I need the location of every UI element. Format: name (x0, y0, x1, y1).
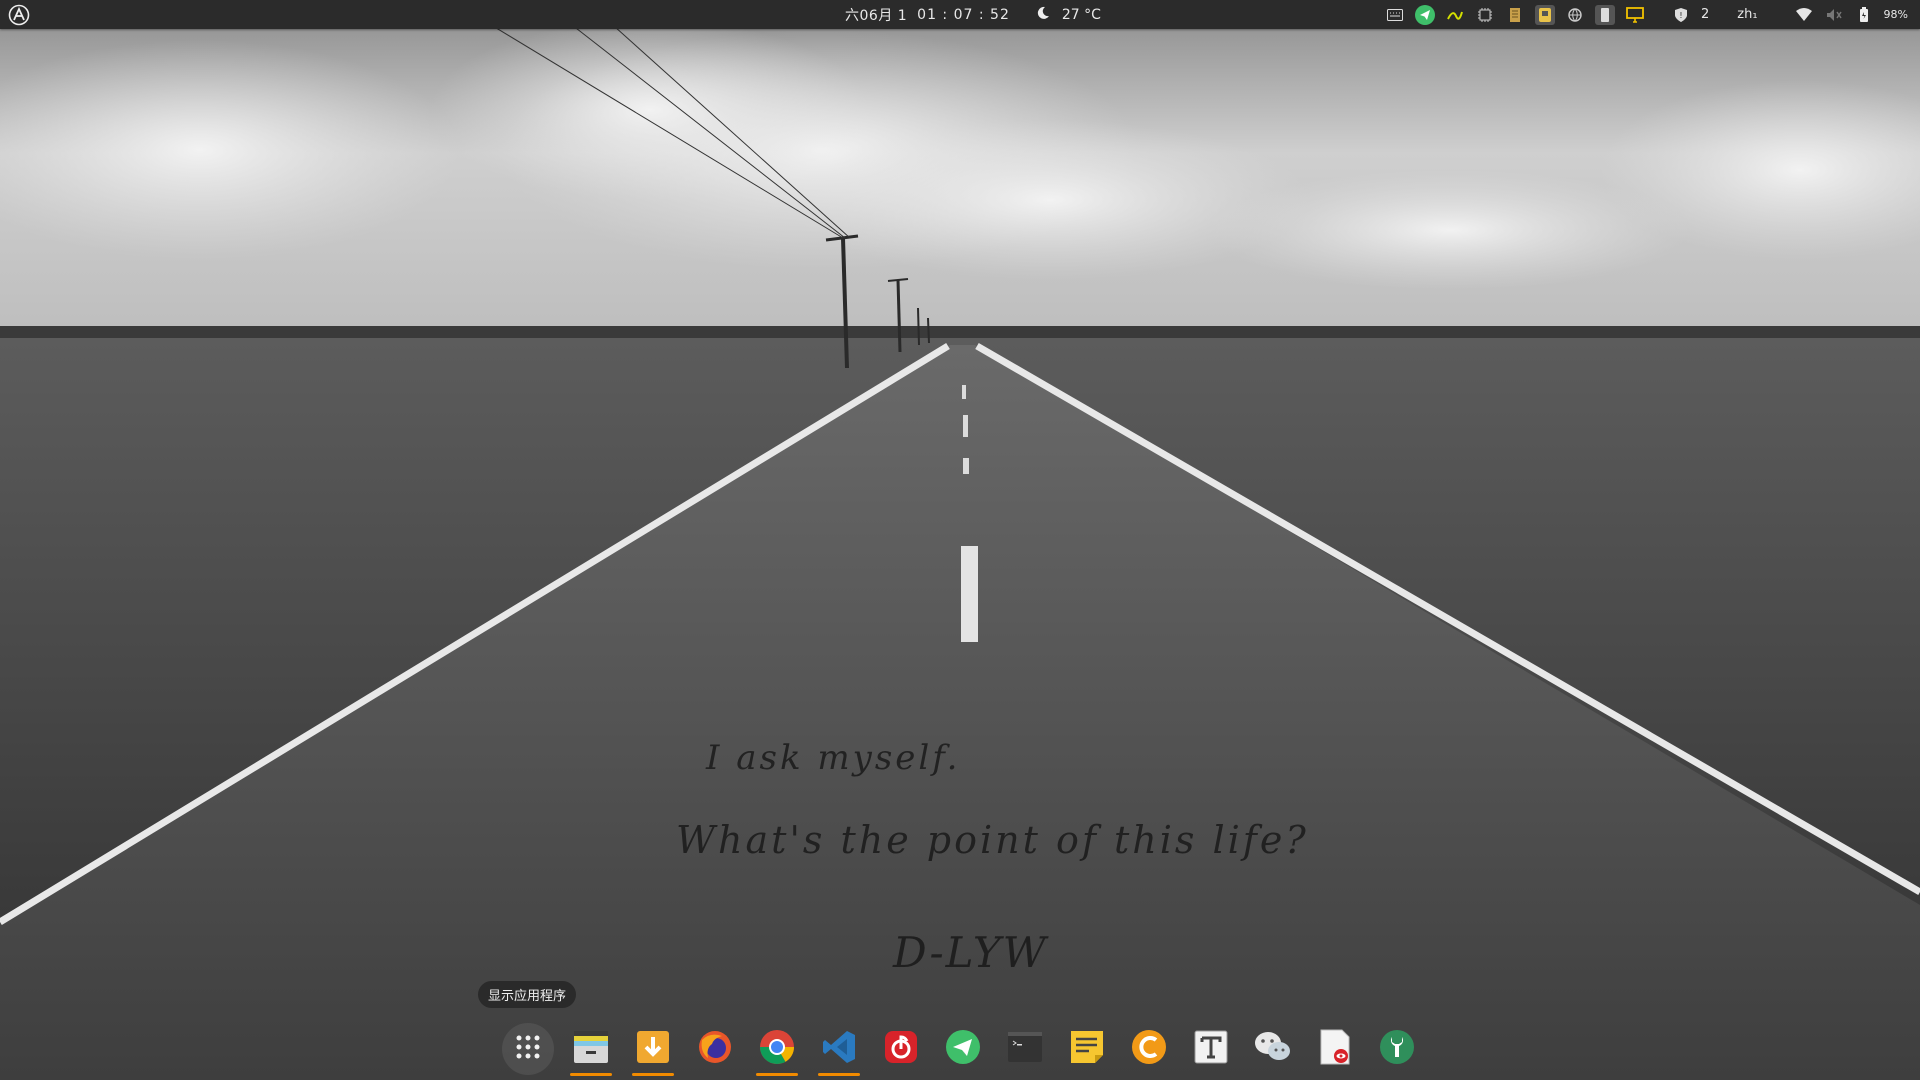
usb-device-icon[interactable] (1594, 4, 1615, 25)
vscode-app[interactable] (814, 1021, 864, 1077)
sticky-notes-icon (1069, 1029, 1105, 1069)
firefox-icon (696, 1028, 734, 1070)
desktop-wallpaper (0, 0, 1920, 1080)
show-applications-button[interactable] (502, 1023, 554, 1075)
settings-tweaks-app[interactable] (1372, 1021, 1422, 1077)
orange-app[interactable] (1124, 1021, 1174, 1077)
file-manager-icon (572, 1029, 610, 1069)
battery-percentage[interactable]: 98% (1884, 8, 1908, 21)
orange-c-icon (1131, 1029, 1167, 1069)
input-method-label[interactable]: zh₁ (1737, 7, 1757, 22)
vscode-icon (821, 1029, 857, 1069)
running-indicator (756, 1073, 798, 1076)
temperature-label: 27 °C (1061, 6, 1101, 23)
running-indicator (632, 1073, 674, 1076)
memory-icon[interactable] (1505, 5, 1525, 25)
network-speed-icon[interactable] (1445, 5, 1465, 25)
running-indicator (818, 1073, 860, 1076)
music-icon (883, 1029, 919, 1069)
firefox-app[interactable] (690, 1021, 740, 1077)
telegram-app[interactable] (938, 1021, 988, 1077)
disk-icon[interactable] (1534, 4, 1555, 25)
files-app[interactable] (566, 1021, 616, 1077)
dock (494, 1018, 1432, 1080)
wifi-icon[interactable] (1794, 5, 1814, 25)
activities-logo-icon[interactable] (8, 4, 30, 26)
clock-menu[interactable]: 六06月 1 01 : 07 : 52 27 °C (845, 0, 1101, 29)
show-applications-tooltip: 显示应用程序 (478, 981, 577, 1008)
terminal-icon (1007, 1031, 1043, 1067)
globe-icon[interactable] (1565, 5, 1585, 25)
chrome-icon (758, 1028, 796, 1070)
volume-muted-icon[interactable] (1824, 5, 1844, 25)
running-indicator (570, 1073, 612, 1076)
system-tray: ! 2 zh₁ 98% (1385, 0, 1908, 29)
cpu-icon[interactable] (1475, 5, 1495, 25)
chrome-app[interactable] (752, 1021, 802, 1077)
svg-text:!: ! (1679, 11, 1682, 20)
wechat-icon (1253, 1029, 1293, 1069)
display-icon[interactable] (1625, 5, 1645, 25)
battery-icon[interactable] (1854, 5, 1874, 25)
wechat-app[interactable] (1248, 1021, 1298, 1077)
date-label: 六06月 1 (845, 7, 908, 24)
workspace-count[interactable]: 2 (1701, 7, 1709, 22)
wallpaper-quote-line-1: I ask myself. (706, 738, 961, 778)
telegram-tray-icon[interactable] (1414, 4, 1435, 25)
netease-music-app[interactable] (876, 1021, 926, 1077)
wrench-icon (1379, 1029, 1415, 1069)
document-viewer-icon (1318, 1028, 1352, 1070)
weather-indicator[interactable]: 27 °C (1036, 6, 1101, 24)
time-label: 01 : 07 : 52 (917, 6, 1010, 23)
downloader-app[interactable] (628, 1021, 678, 1077)
terminal-app[interactable] (1000, 1021, 1050, 1077)
wallpaper-signature: D-LYW (893, 928, 1048, 977)
top-panel: 六06月 1 01 : 07 : 52 27 °C ! 2 zh₁ 98% (0, 0, 1920, 29)
telegram-icon (945, 1029, 981, 1069)
download-icon (635, 1029, 671, 1069)
wallpaper-quote-line-2: What's the point of this life? (676, 818, 1309, 862)
security-shield-icon[interactable]: ! (1671, 5, 1691, 25)
typora-app[interactable] (1186, 1021, 1236, 1077)
moon-icon (1036, 6, 1050, 24)
keyboard-icon[interactable] (1385, 5, 1405, 25)
document-viewer-app[interactable] (1310, 1021, 1360, 1077)
typora-icon (1193, 1029, 1229, 1069)
notes-app[interactable] (1062, 1021, 1112, 1077)
grid-icon (514, 1033, 542, 1065)
